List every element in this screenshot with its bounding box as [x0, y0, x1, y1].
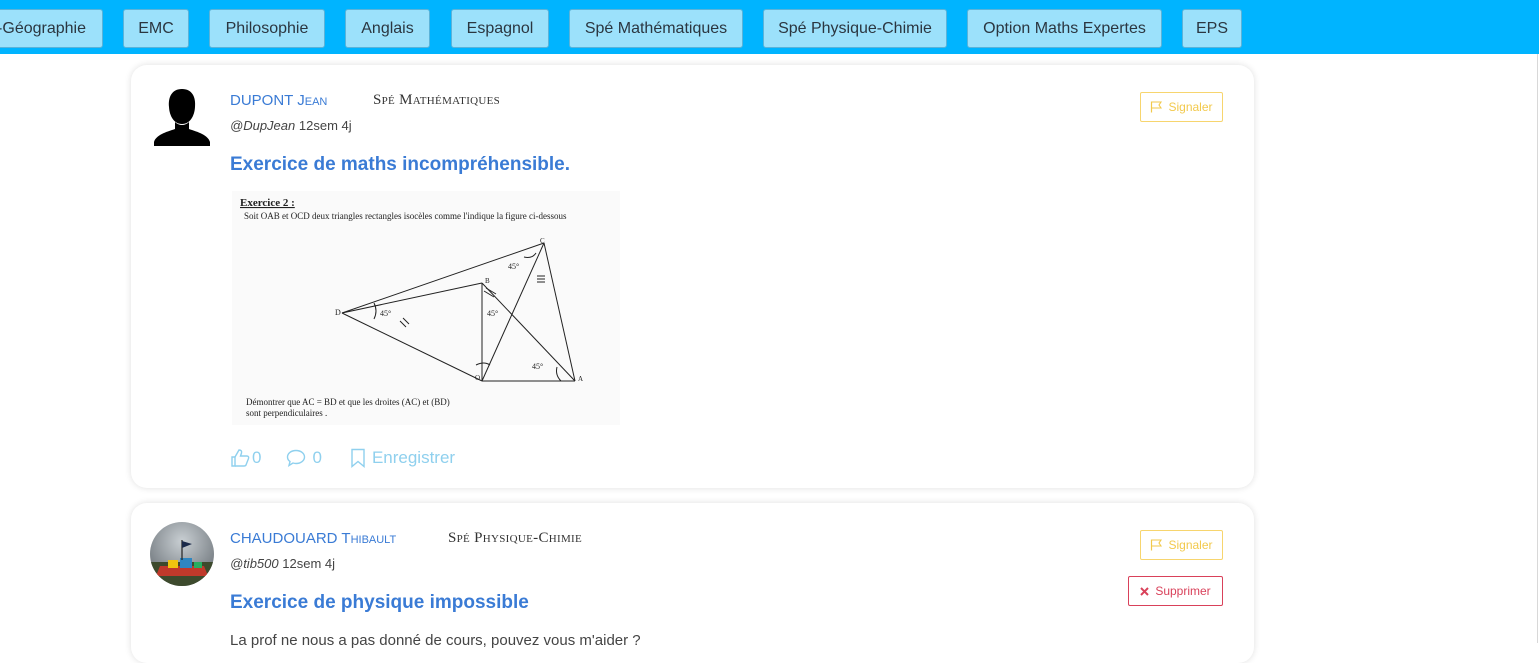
like-button[interactable]: 0	[230, 448, 261, 468]
post-meta: @tib500 12sem 4j	[230, 556, 335, 571]
point-label-c: C	[540, 237, 545, 245]
report-label: Signaler	[1168, 100, 1213, 114]
user-photo-icon	[150, 522, 214, 586]
post-title[interactable]: Exercice de physique impossible	[230, 592, 529, 614]
flag-icon	[1151, 101, 1163, 113]
comment-count: 0	[312, 448, 322, 467]
delete-button[interactable]: Supprimer	[1128, 576, 1223, 606]
exercise-question-1: Démontrer que AC = BD et que les droites…	[246, 397, 450, 407]
subject-tab-spe-physique-chimie[interactable]: Spé Physique-Chimie	[763, 9, 947, 48]
close-icon	[1140, 586, 1150, 596]
subject-tab-eps[interactable]: EPS	[1182, 9, 1242, 48]
flag-icon	[1151, 539, 1163, 551]
delete-label: Supprimer	[1155, 584, 1211, 598]
subject-tab-espagnol[interactable]: Espagnol	[451, 9, 549, 48]
post-subject-tag: Spé Mathématiques	[373, 92, 501, 108]
report-button[interactable]: Signaler	[1140, 530, 1223, 560]
avatar[interactable]	[150, 522, 214, 586]
subject-tab-spe-mathematiques[interactable]: Spé Mathématiques	[569, 9, 743, 48]
subject-tab-emc[interactable]: EMC	[123, 9, 189, 48]
point-label-o: O	[475, 374, 480, 382]
exercise-heading: Exercice 2 :	[240, 197, 295, 209]
subject-tab-anglais[interactable]: Anglais	[345, 9, 430, 48]
comment-icon	[287, 449, 306, 467]
report-button[interactable]: Signaler	[1140, 92, 1223, 122]
exercise-image[interactable]: Exercice 2 : Soit OAB et OCD deux triang…	[232, 191, 620, 425]
point-label-a: A	[578, 375, 583, 383]
author-handle: @DupJean	[230, 118, 296, 133]
angle-label-d: 45°	[380, 309, 391, 318]
post-subject-tag: Spé Physique-Chimie	[448, 530, 583, 546]
angle-label-b: 45°	[487, 309, 498, 318]
author-name[interactable]: DUPONT Jean	[230, 92, 327, 109]
post-actions: 0 0 Enregistrer	[230, 445, 455, 471]
subject-tab-option-maths-expertes[interactable]: Option Maths Expertes	[967, 9, 1162, 48]
post-card: CHAUDOUARD Thibault Spé Physique-Chimie …	[131, 503, 1254, 663]
subject-nav-bar: -Géographie EMC Philosophie Anglais Espa…	[0, 0, 1539, 54]
thumbs-up-icon	[231, 449, 250, 467]
post-title[interactable]: Exercice de maths incompréhensible.	[230, 154, 570, 176]
author-name[interactable]: CHAUDOUARD Thibault	[230, 530, 396, 547]
post-age: 12sem 4j	[282, 556, 335, 571]
author-handle: @tib500	[230, 556, 279, 571]
point-label-d: D	[335, 308, 341, 317]
point-label-b: B	[485, 277, 490, 285]
default-user-silhouette-icon	[154, 89, 210, 146]
angle-label-c: 45°	[508, 262, 519, 271]
save-label: Enregistrer	[371, 448, 456, 467]
comment-button[interactable]: 0	[286, 448, 322, 468]
avatar[interactable]	[150, 86, 214, 150]
scrollbar-track[interactable]	[1537, 54, 1538, 643]
post-meta: @DupJean 12sem 4j	[230, 118, 352, 133]
exercise-question-2: sont perpendiculaires .	[246, 408, 327, 418]
angle-label-a: 45°	[532, 362, 543, 371]
geometry-figure: Exercice 2 : Soit OAB et OCD deux triang…	[240, 197, 583, 418]
bookmark-icon	[351, 448, 365, 468]
like-count: 0	[252, 448, 262, 467]
post-card: DUPONT Jean Spé Mathématiques @DupJean 1…	[131, 65, 1254, 488]
post-body: La prof ne nous a pas donné de cours, po…	[230, 632, 641, 649]
post-age: 12sem 4j	[298, 118, 352, 133]
subject-tab-philosophie[interactable]: Philosophie	[209, 9, 325, 48]
report-label: Signaler	[1168, 538, 1213, 552]
save-button[interactable]: Enregistrer	[350, 448, 455, 468]
exercise-statement: Soit OAB et OCD deux triangles rectangle…	[244, 211, 567, 221]
subject-tab-histoire-geographie[interactable]: -Géographie	[0, 9, 103, 48]
